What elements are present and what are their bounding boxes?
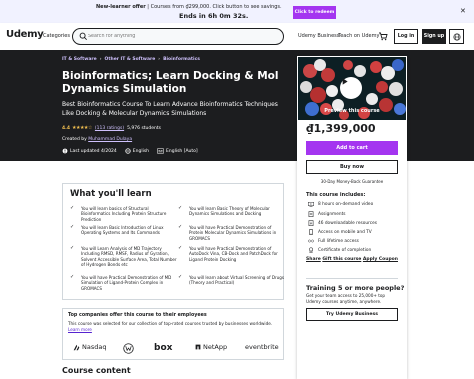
categories-link[interactable]: Categories	[43, 33, 70, 39]
buy-now-button[interactable]: Buy now	[306, 160, 398, 174]
netapp-logo: NetApp	[195, 343, 227, 351]
course-language: English	[132, 148, 150, 154]
search-bar[interactable]	[72, 28, 284, 45]
cart-icon[interactable]	[378, 31, 388, 41]
what-youll-learn: What you'll learn ✓ You will learn basics…	[62, 183, 284, 300]
play-icon	[342, 78, 348, 85]
udemy-logo[interactable]: Udemy	[6, 29, 44, 40]
course-content-title: Course content	[62, 366, 131, 375]
course-title: Bioinformatics; Learn Docking & Mol Dyna…	[62, 70, 279, 95]
mobile-icon	[309, 229, 313, 235]
training-text: Get your team access to 25,000+ top Udem…	[306, 293, 386, 304]
include-item: Certificate of completion	[308, 247, 371, 253]
top-companies: Top companies offer this course to their…	[62, 308, 284, 360]
author-link[interactable]: Muhammad Dulaya	[88, 137, 132, 142]
course-captions: English [Auto]	[166, 148, 198, 154]
captions-icon	[157, 148, 165, 154]
ratings-count-link[interactable]: (113 ratings)	[95, 126, 124, 131]
apply-coupon-link[interactable]: Apply Coupon	[363, 257, 398, 262]
card-actions: Share Gift this course Apply Coupon	[306, 257, 398, 262]
training-title: Training 5 or more people?	[306, 284, 405, 292]
add-to-cart-button[interactable]: Add to cart	[306, 141, 398, 155]
includes-title: This course includes:	[306, 192, 366, 198]
rating-row: 4.4 ★★★★☆ (113 ratings) 5,976 students	[62, 125, 161, 131]
check-icon: ✓	[70, 224, 75, 230]
gift-course-link[interactable]: Gift this course	[322, 257, 361, 262]
star-rating-icon: ★★★★☆	[71, 125, 92, 131]
search-input[interactable]	[88, 31, 278, 42]
play-button[interactable]	[340, 77, 362, 99]
breadcrumb-item[interactable]: IT & Software	[62, 57, 97, 62]
certificate-icon	[309, 247, 313, 253]
divider	[306, 278, 398, 279]
promo-banner: New-learner offer | Courses from ₫299,00…	[0, 0, 474, 23]
last-updated: Last updated 4/2024	[70, 148, 117, 154]
purchase-card: Preview this course	[297, 56, 407, 379]
check-icon: ✓	[70, 205, 75, 211]
check-icon: ✓	[178, 274, 183, 280]
language-button[interactable]	[449, 29, 464, 44]
box-logo: box	[154, 343, 173, 353]
check-icon: ✓	[178, 224, 183, 230]
created-by: Created by Muhammad Dulaya	[62, 137, 133, 142]
redeem-button[interactable]: Click to redeem	[293, 6, 336, 19]
download-icon	[308, 220, 314, 226]
infinity-icon	[308, 239, 314, 243]
search-icon	[79, 32, 87, 40]
share-link[interactable]: Share	[306, 257, 321, 262]
course-meta: Last updated 4/2024 English English [Aut…	[62, 148, 206, 154]
include-item: Assignments	[308, 211, 346, 217]
globe-icon	[125, 148, 131, 154]
try-udemy-business-button[interactable]: Try Udemy Business	[306, 308, 398, 321]
money-back-guarantee: 30-Day Money-Back Guarantee	[320, 179, 384, 184]
students-count: 5,976 students	[127, 125, 161, 131]
rating-value: 4.4	[62, 125, 70, 131]
include-item: 8 hours on-demand video	[308, 202, 373, 207]
close-icon[interactable]: ✕	[460, 7, 466, 15]
top-header: Udemy Categories Udemy Business Teach on…	[0, 23, 474, 50]
include-item: Full lifetime access	[308, 238, 359, 244]
check-icon: ✓	[70, 245, 75, 251]
promo-timer: Ends in 6h 0m 32s.	[179, 12, 249, 20]
preview-label: Preview this course	[324, 108, 380, 114]
nasdaq-mark-icon	[73, 344, 80, 350]
teach-link[interactable]: Teach on Udemy	[338, 33, 379, 39]
eventbrite-logo: eventbrite	[245, 343, 279, 351]
signup-button[interactable]: Sign up	[422, 29, 446, 44]
learn-more-link[interactable]: Learn more	[68, 327, 92, 332]
learn-title: What you'll learn	[70, 189, 152, 199]
promo-text: New-learner offer | Courses from ₫299,00…	[96, 4, 282, 10]
login-button[interactable]: Log in	[394, 29, 418, 44]
netapp-mark-icon	[195, 344, 201, 350]
breadcrumb-item[interactable]: Other IT & Software	[105, 57, 156, 62]
nasdaq-logo: Nasdaq	[73, 343, 106, 351]
companies-text: This course was selected for our collect…	[68, 321, 273, 332]
volkswagen-logo	[123, 343, 134, 354]
breadcrumb: IT & Software › Other IT & Software › Bioinf…	[62, 57, 200, 62]
course-preview[interactable]: Preview this course	[298, 57, 406, 120]
globe-icon	[452, 32, 461, 41]
companies-title: Top companies offer this course to their…	[68, 313, 207, 318]
video-icon	[308, 202, 314, 207]
course-price: ₫1,399,000	[306, 122, 376, 135]
company-logos: Nasdaq box NetApp eventbrite	[63, 343, 285, 355]
course-subtitle: Best Bioinformatics Course To Learn Adva…	[62, 101, 278, 117]
breadcrumb-item[interactable]: Bioinformatics	[163, 57, 200, 62]
udemy-business-link[interactable]: Udemy Business	[298, 33, 339, 39]
assignment-icon	[308, 211, 314, 217]
check-icon: ✓	[70, 274, 75, 280]
alert-icon	[62, 148, 68, 154]
include-item: Access on mobile and TV	[308, 229, 372, 235]
check-icon: ✓	[178, 245, 183, 251]
include-item: 46 downloadable resources	[308, 220, 377, 226]
check-icon: ✓	[178, 205, 183, 211]
